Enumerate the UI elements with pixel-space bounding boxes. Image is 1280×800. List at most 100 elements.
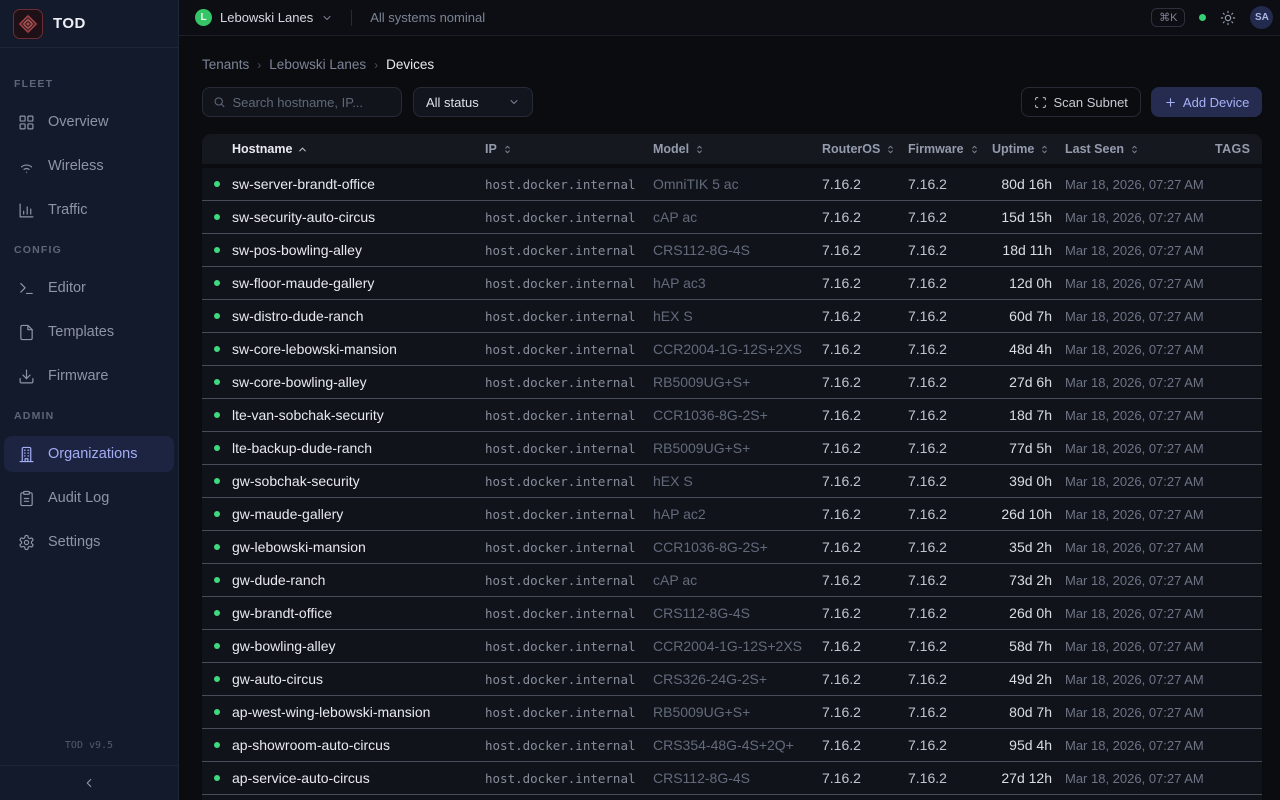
table-row[interactable]: gw-maude-gallery host.docker.internal hA… [202, 498, 1262, 531]
table-row[interactable]: lte-van-sobchak-security host.docker.int… [202, 399, 1262, 432]
table-row[interactable]: ap-showroom-auto-circus host.docker.inte… [202, 729, 1262, 762]
sort-asc-icon [297, 144, 308, 155]
user-avatar[interactable]: SA [1250, 6, 1273, 29]
table-row[interactable]: sw-floor-maude-gallery host.docker.inter… [202, 267, 1262, 300]
table-row[interactable]: gw-bowling-alley host.docker.internal CC… [202, 630, 1262, 663]
last-seen-cell: Mar 18, 2026, 07:27 AM [1052, 705, 1215, 720]
sidebar-collapse-button[interactable] [0, 765, 178, 800]
table-row[interactable]: sw-server-brandt-office host.docker.inte… [202, 168, 1262, 201]
hostname-cell: ap-west-wing-lebowski-mansion [232, 704, 485, 720]
ip-cell: host.docker.internal [485, 441, 653, 456]
model-cell: CRS354-48G-4S+2Q+ [653, 737, 822, 753]
table-row[interactable]: gw-lebowski-mansion host.docker.internal… [202, 531, 1262, 564]
sidebar-item-firmware[interactable]: Firmware [4, 358, 174, 394]
last-seen-cell: Mar 18, 2026, 07:27 AM [1052, 573, 1215, 588]
last-seen-cell: Mar 18, 2026, 07:27 AM [1052, 243, 1215, 258]
routeros-cell: 7.16.2 [822, 539, 908, 555]
ip-cell: host.docker.internal [485, 540, 653, 555]
scan-subnet-button[interactable]: Scan Subnet [1021, 87, 1140, 117]
sidebar-item-wireless[interactable]: Wireless [4, 148, 174, 184]
sun-icon[interactable] [1220, 10, 1236, 26]
status-cell [202, 445, 232, 451]
col-header-hostname[interactable]: Hostname [232, 142, 485, 156]
routeros-cell: 7.16.2 [822, 671, 908, 687]
model-cell: hEX S [653, 308, 822, 324]
search-box [202, 87, 402, 117]
col-header-last-seen[interactable]: Last Seen [1052, 142, 1215, 156]
command-palette-shortcut[interactable]: ⌘K [1151, 8, 1185, 27]
terminal-icon [18, 280, 35, 297]
last-seen-cell: Mar 18, 2026, 07:27 AM [1052, 540, 1215, 555]
table-row[interactable]: gw-auto-circus host.docker.internal CRS3… [202, 663, 1262, 696]
online-status-dot-icon [214, 709, 220, 715]
table-row[interactable]: ap-service-auto-circus host.docker.inter… [202, 762, 1262, 795]
sidebar-item-label: Audit Log [48, 490, 109, 506]
model-cell: CRS326-24G-2S+ [653, 671, 822, 687]
table-row[interactable]: lte-backup-dude-ranch host.docker.intern… [202, 432, 1262, 465]
chevron-right-icon: › [374, 58, 378, 72]
tod-logo-icon [13, 9, 43, 39]
tenant-name: Lebowski Lanes [220, 10, 313, 25]
uptime-cell: 18d 11h [992, 242, 1052, 258]
breadcrumb-tenant-name[interactable]: Lebowski Lanes [269, 57, 366, 72]
status-cell [202, 709, 232, 715]
sidebar-item-overview[interactable]: Overview [4, 104, 174, 140]
hostname-cell: gw-sobchak-security [232, 473, 485, 489]
table-row[interactable]: gw-dude-ranch host.docker.internal cAP a… [202, 564, 1262, 597]
sidebar-item-organizations[interactable]: Organizations [4, 436, 174, 472]
ip-cell: host.docker.internal [485, 639, 653, 654]
model-cell: CCR1036-8G-2S+ [653, 407, 822, 423]
uptime-cell: 35d 2h [992, 539, 1052, 555]
online-status-dot-icon [214, 610, 220, 616]
tenant-switcher[interactable]: L Lebowski Lanes [195, 9, 333, 26]
tenant-avatar: L [195, 9, 212, 26]
sidebar-item-audit-log[interactable]: Audit Log [4, 480, 174, 516]
chevron-left-icon [82, 776, 96, 790]
sidebar-item-label: Overview [48, 114, 108, 130]
hostname-cell: gw-dude-ranch [232, 572, 485, 588]
online-status-dot-icon [214, 280, 220, 286]
table-row[interactable]: ap-west-wing-lebowski-mansion host.docke… [202, 696, 1262, 729]
firmware-cell: 7.16.2 [908, 539, 992, 555]
uptime-cell: 80d 16h [992, 176, 1052, 192]
sidebar-item-traffic[interactable]: Traffic [4, 192, 174, 228]
ip-cell: host.docker.internal [485, 474, 653, 489]
status-cell [202, 676, 232, 682]
col-header-firmware[interactable]: Firmware [908, 142, 992, 156]
file-icon [18, 324, 35, 341]
routeros-cell: 7.16.2 [822, 374, 908, 390]
col-header-routeros[interactable]: RouterOS [822, 142, 908, 156]
online-status-dot-icon [214, 511, 220, 517]
breadcrumb-tenants[interactable]: Tenants [202, 57, 249, 72]
sidebar-item-templates[interactable]: Templates [4, 314, 174, 350]
ip-cell: host.docker.internal [485, 573, 653, 588]
model-cell: RB5009UG+S+ [653, 704, 822, 720]
nav-section-admin: ADMIN [0, 410, 178, 422]
sidebar-item-settings[interactable]: Settings [4, 524, 174, 560]
chevron-right-icon: › [257, 58, 261, 72]
table-row[interactable]: gw-brandt-office host.docker.internal CR… [202, 597, 1262, 630]
scan-subnet-label: Scan Subnet [1053, 95, 1127, 110]
col-header-model[interactable]: Model [653, 142, 822, 156]
sidebar-item-editor[interactable]: Editor [4, 270, 174, 306]
status-cell [202, 544, 232, 550]
table-row[interactable]: sw-security-auto-circus host.docker.inte… [202, 201, 1262, 234]
table-row[interactable]: sw-distro-dude-ranch host.docker.interna… [202, 300, 1262, 333]
add-device-button[interactable]: Add Device [1151, 87, 1262, 117]
routeros-cell: 7.16.2 [822, 704, 908, 720]
table-row[interactable]: gw-sobchak-security host.docker.internal… [202, 465, 1262, 498]
last-seen-cell: Mar 18, 2026, 07:27 AM [1052, 276, 1215, 291]
col-header-uptime[interactable]: Uptime [992, 142, 1052, 156]
online-status-dot-icon [214, 577, 220, 583]
ip-cell: host.docker.internal [485, 177, 653, 192]
table-row[interactable]: sw-core-lebowski-mansion host.docker.int… [202, 333, 1262, 366]
col-header-ip[interactable]: IP [485, 142, 653, 156]
last-seen-cell: Mar 18, 2026, 07:27 AM [1052, 606, 1215, 621]
table-row[interactable]: sw-core-bowling-alley host.docker.intern… [202, 366, 1262, 399]
sidebar-nav: FLEET Overview Wireless Traffic CONFIG E… [0, 48, 178, 564]
status-filter-select[interactable]: All status [413, 87, 533, 117]
search-input[interactable] [232, 95, 391, 110]
table-row[interactable]: sw-pos-bowling-alley host.docker.interna… [202, 234, 1262, 267]
status-cell [202, 511, 232, 517]
hostname-cell: sw-pos-bowling-alley [232, 242, 485, 258]
